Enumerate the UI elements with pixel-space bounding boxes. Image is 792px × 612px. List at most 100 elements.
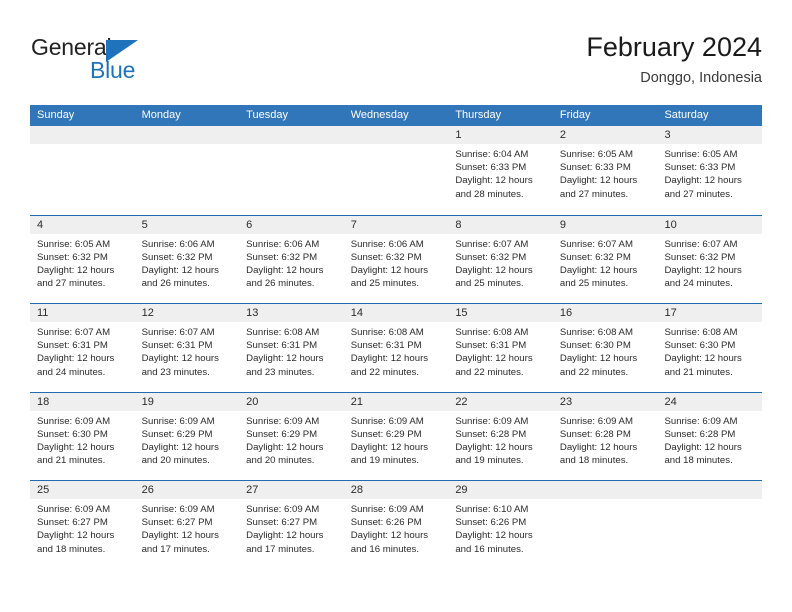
calendar-day-cell[interactable]: 16 Sunrise: 6:08 AM Sunset: 6:30 PM Dayligh… <box>552 304 658 392</box>
day-number: 22 <box>448 392 553 411</box>
weekday-header-monday: Monday <box>141 109 181 121</box>
weekday-header-thursday: Thursday <box>455 109 502 121</box>
day-sun-info: Sunrise: 6:05 AM Sunset: 6:32 PM Daylight:… <box>30 234 135 291</box>
calendar-day-cell[interactable]: 8 Sunrise: 6:07 AM Sunset: 6:32 PM Daylight… <box>448 215 553 303</box>
day-daylight1-text: Daylight: 12 hours <box>455 441 533 453</box>
day-sunrise-text: Sunrise: 6:08 AM <box>350 327 424 338</box>
day-daylight2-text: and 20 minutes. <box>141 455 210 467</box>
day-daylight2-text: and 20 minutes. <box>246 455 315 467</box>
calendar-day-cell[interactable]: 12 Sunrise: 6:07 AM Sunset: 6:31 PM Dayligh… <box>134 304 240 392</box>
day-daylight1-text: Daylight: 12 hours <box>664 353 742 365</box>
day-sun-info: Sunrise: 6:07 AM Sunset: 6:32 PM Daylight:… <box>657 234 762 291</box>
calendar-day-cell[interactable]: 2 Sunrise: 6:05 AM Sunset: 6:33 PM Daylight… <box>552 126 658 215</box>
calendar-day-cell[interactable]: 6 Sunrise: 6:06 AM Sunset: 6:32 PM Daylight… <box>239 215 344 303</box>
calendar-week-row: 4 Sunrise: 6:05 AM Sunset: 6:32 PM Daylight… <box>30 214 763 303</box>
calendar-day-cell[interactable]: 24 Sunrise: 6:09 AM Sunset: 6:28 PM Dayligh… <box>657 392 763 480</box>
calendar-day-cell[interactable]: 18 Sunrise: 6:09 AM Sunset: 6:30 PM Dayligh… <box>30 392 135 480</box>
calendar-day-cell[interactable]: 20 Sunrise: 6:09 AM Sunset: 6:29 PM Dayligh… <box>239 392 344 480</box>
calendar-day-cell[interactable]: 11 Sunrise: 6:07 AM Sunset: 6:31 PM Dayligh… <box>30 304 135 392</box>
day-daylight2-text: and 21 minutes. <box>37 455 106 467</box>
day-number: 27 <box>239 481 344 499</box>
day-daylight1-text: Daylight: 12 hours <box>141 441 219 453</box>
calendar-week-row: 25 Sunrise: 6:09 AM Sunset: 6:27 PM Dayligh… <box>30 480 763 569</box>
calendar-day-cell[interactable]: 28 Sunrise: 6:09 AM Sunset: 6:26 PM Dayligh… <box>343 481 449 569</box>
location-subtitle: Donggo, Indonesia <box>640 70 762 86</box>
calendar-day-cell[interactable]: 23 Sunrise: 6:09 AM Sunset: 6:28 PM Dayligh… <box>552 392 658 480</box>
day-sunrise-text: Sunrise: 6:09 AM <box>141 415 215 427</box>
calendar-day-cell-empty <box>657 481 763 569</box>
day-number: 6 <box>239 215 344 234</box>
logo-text-blue: Blue <box>90 57 136 83</box>
calendar-day-cell[interactable]: 27 Sunrise: 6:09 AM Sunset: 6:27 PM Dayligh… <box>239 481 344 569</box>
day-number <box>30 126 135 144</box>
day-sun-info: Sunrise: 6:05 AM Sunset: 6:33 PM Daylight:… <box>553 144 658 201</box>
calendar-day-cell[interactable]: 15 Sunrise: 6:08 AM Sunset: 6:31 PM Dayligh… <box>448 304 553 392</box>
calendar-day-cell[interactable]: 1 Sunrise: 6:04 AM Sunset: 6:33 PM Daylight… <box>448 126 553 215</box>
day-number: 18 <box>30 392 135 411</box>
day-sunrise-text: Sunrise: 6:06 AM <box>350 238 424 250</box>
day-daylight2-text: and 27 minutes. <box>37 278 106 290</box>
day-sun-info: Sunrise: 6:06 AM Sunset: 6:32 PM Daylight:… <box>135 234 240 291</box>
day-sun-info: Sunrise: 6:07 AM Sunset: 6:31 PM Daylight:… <box>30 322 135 379</box>
calendar-day-cell-empty <box>134 126 240 215</box>
day-sunset-text: Sunset: 6:28 PM <box>664 428 736 440</box>
day-daylight2-text: and 25 minutes. <box>350 278 420 290</box>
day-number <box>134 126 240 144</box>
calendar-day-cell[interactable]: 14 Sunrise: 6:08 AM Sunset: 6:31 PM Dayligh… <box>343 304 449 392</box>
day-sun-info: Sunrise: 6:09 AM Sunset: 6:29 PM Daylight:… <box>239 411 344 468</box>
day-sunrise-text: Sunrise: 6:07 AM <box>141 327 215 338</box>
day-daylight2-text: and 19 minutes. <box>455 455 524 467</box>
day-sunset-text: Sunset: 6:27 PM <box>37 517 108 529</box>
day-daylight1-text: Daylight: 12 hours <box>664 264 742 276</box>
day-sunrise-text: Sunrise: 6:09 AM <box>664 415 738 427</box>
calendar-day-cell[interactable]: 25 Sunrise: 6:09 AM Sunset: 6:27 PM Dayligh… <box>30 481 135 569</box>
day-daylight1-text: Daylight: 12 hours <box>455 530 533 542</box>
calendar-day-cell[interactable]: 4 Sunrise: 6:05 AM Sunset: 6:32 PM Daylight… <box>30 215 135 303</box>
page-title: February 2024 <box>586 32 762 62</box>
weekday-header-tuesday: Tuesday <box>246 109 288 121</box>
calendar-week-row: 11 Sunrise: 6:07 AM Sunset: 6:31 PM Dayligh… <box>30 303 763 392</box>
calendar-day-cell[interactable]: 3 Sunrise: 6:05 AM Sunset: 6:33 PM Daylight… <box>657 126 763 215</box>
calendar-day-cell[interactable]: 21 Sunrise: 6:09 AM Sunset: 6:29 PM Dayligh… <box>343 392 449 480</box>
calendar-day-cell[interactable]: 9 Sunrise: 6:07 AM Sunset: 6:32 PM Daylight… <box>552 215 658 303</box>
day-sunset-text: Sunset: 6:27 PM <box>141 517 213 529</box>
day-sun-info: Sunrise: 6:06 AM Sunset: 6:32 PM Daylight:… <box>344 234 449 291</box>
day-daylight2-text: and 23 minutes. <box>141 366 210 378</box>
day-daylight1-text: Daylight: 12 hours <box>455 353 533 365</box>
day-number: 26 <box>134 481 240 499</box>
calendar-day-cell[interactable]: 22 Sunrise: 6:09 AM Sunset: 6:28 PM Dayligh… <box>448 392 553 480</box>
day-daylight1-text: Daylight: 12 hours <box>141 530 219 542</box>
calendar-day-cell[interactable]: 29 Sunrise: 6:10 AM Sunset: 6:26 PM Dayligh… <box>448 481 553 569</box>
day-number: 14 <box>343 304 449 322</box>
calendar-day-cell[interactable]: 13 Sunrise: 6:08 AM Sunset: 6:31 PM Dayligh… <box>239 304 344 392</box>
day-sunrise-text: Sunrise: 6:07 AM <box>455 238 529 250</box>
day-sun-info: Sunrise: 6:07 AM Sunset: 6:32 PM Daylight:… <box>553 234 658 291</box>
day-number: 23 <box>552 392 658 411</box>
day-daylight2-text: and 19 minutes. <box>350 455 420 467</box>
day-sunset-text: Sunset: 6:32 PM <box>664 251 736 263</box>
general-blue-logo[interactable]: General Blue <box>30 34 250 90</box>
day-number: 20 <box>239 392 344 411</box>
calendar-day-cell[interactable]: 7 Sunrise: 6:06 AM Sunset: 6:32 PM Daylight… <box>343 215 449 303</box>
calendar-day-cell[interactable]: 26 Sunrise: 6:09 AM Sunset: 6:27 PM Dayligh… <box>134 481 240 569</box>
day-sun-info: Sunrise: 6:10 AM Sunset: 6:26 PM Daylight:… <box>448 499 553 556</box>
calendar-day-cell[interactable]: 17 Sunrise: 6:08 AM Sunset: 6:30 PM Dayligh… <box>657 304 763 392</box>
day-sunrise-text: Sunrise: 6:09 AM <box>246 415 320 427</box>
day-daylight2-text: and 17 minutes. <box>246 543 315 555</box>
day-number <box>552 481 658 499</box>
day-number: 21 <box>343 392 449 411</box>
calendar-day-cell[interactable]: 5 Sunrise: 6:06 AM Sunset: 6:32 PM Daylight… <box>134 215 240 303</box>
day-daylight1-text: Daylight: 12 hours <box>455 175 533 187</box>
day-number: 11 <box>30 304 135 322</box>
calendar-day-cell-empty <box>343 126 449 215</box>
day-sun-info: Sunrise: 6:07 AM Sunset: 6:32 PM Daylight:… <box>448 234 553 291</box>
calendar-day-cell[interactable]: 19 Sunrise: 6:09 AM Sunset: 6:29 PM Dayligh… <box>134 392 240 480</box>
day-sunrise-text: Sunrise: 6:08 AM <box>246 327 320 338</box>
day-daylight1-text: Daylight: 12 hours <box>246 353 324 365</box>
day-sunset-text: Sunset: 6:30 PM <box>664 340 736 352</box>
day-daylight1-text: Daylight: 12 hours <box>37 530 115 542</box>
calendar-day-cell[interactable]: 10 Sunrise: 6:07 AM Sunset: 6:32 PM Dayligh… <box>657 215 763 303</box>
day-sun-info: Sunrise: 6:06 AM Sunset: 6:32 PM Daylight:… <box>239 234 344 291</box>
day-sunrise-text: Sunrise: 6:10 AM <box>455 504 529 515</box>
day-number <box>657 481 763 499</box>
